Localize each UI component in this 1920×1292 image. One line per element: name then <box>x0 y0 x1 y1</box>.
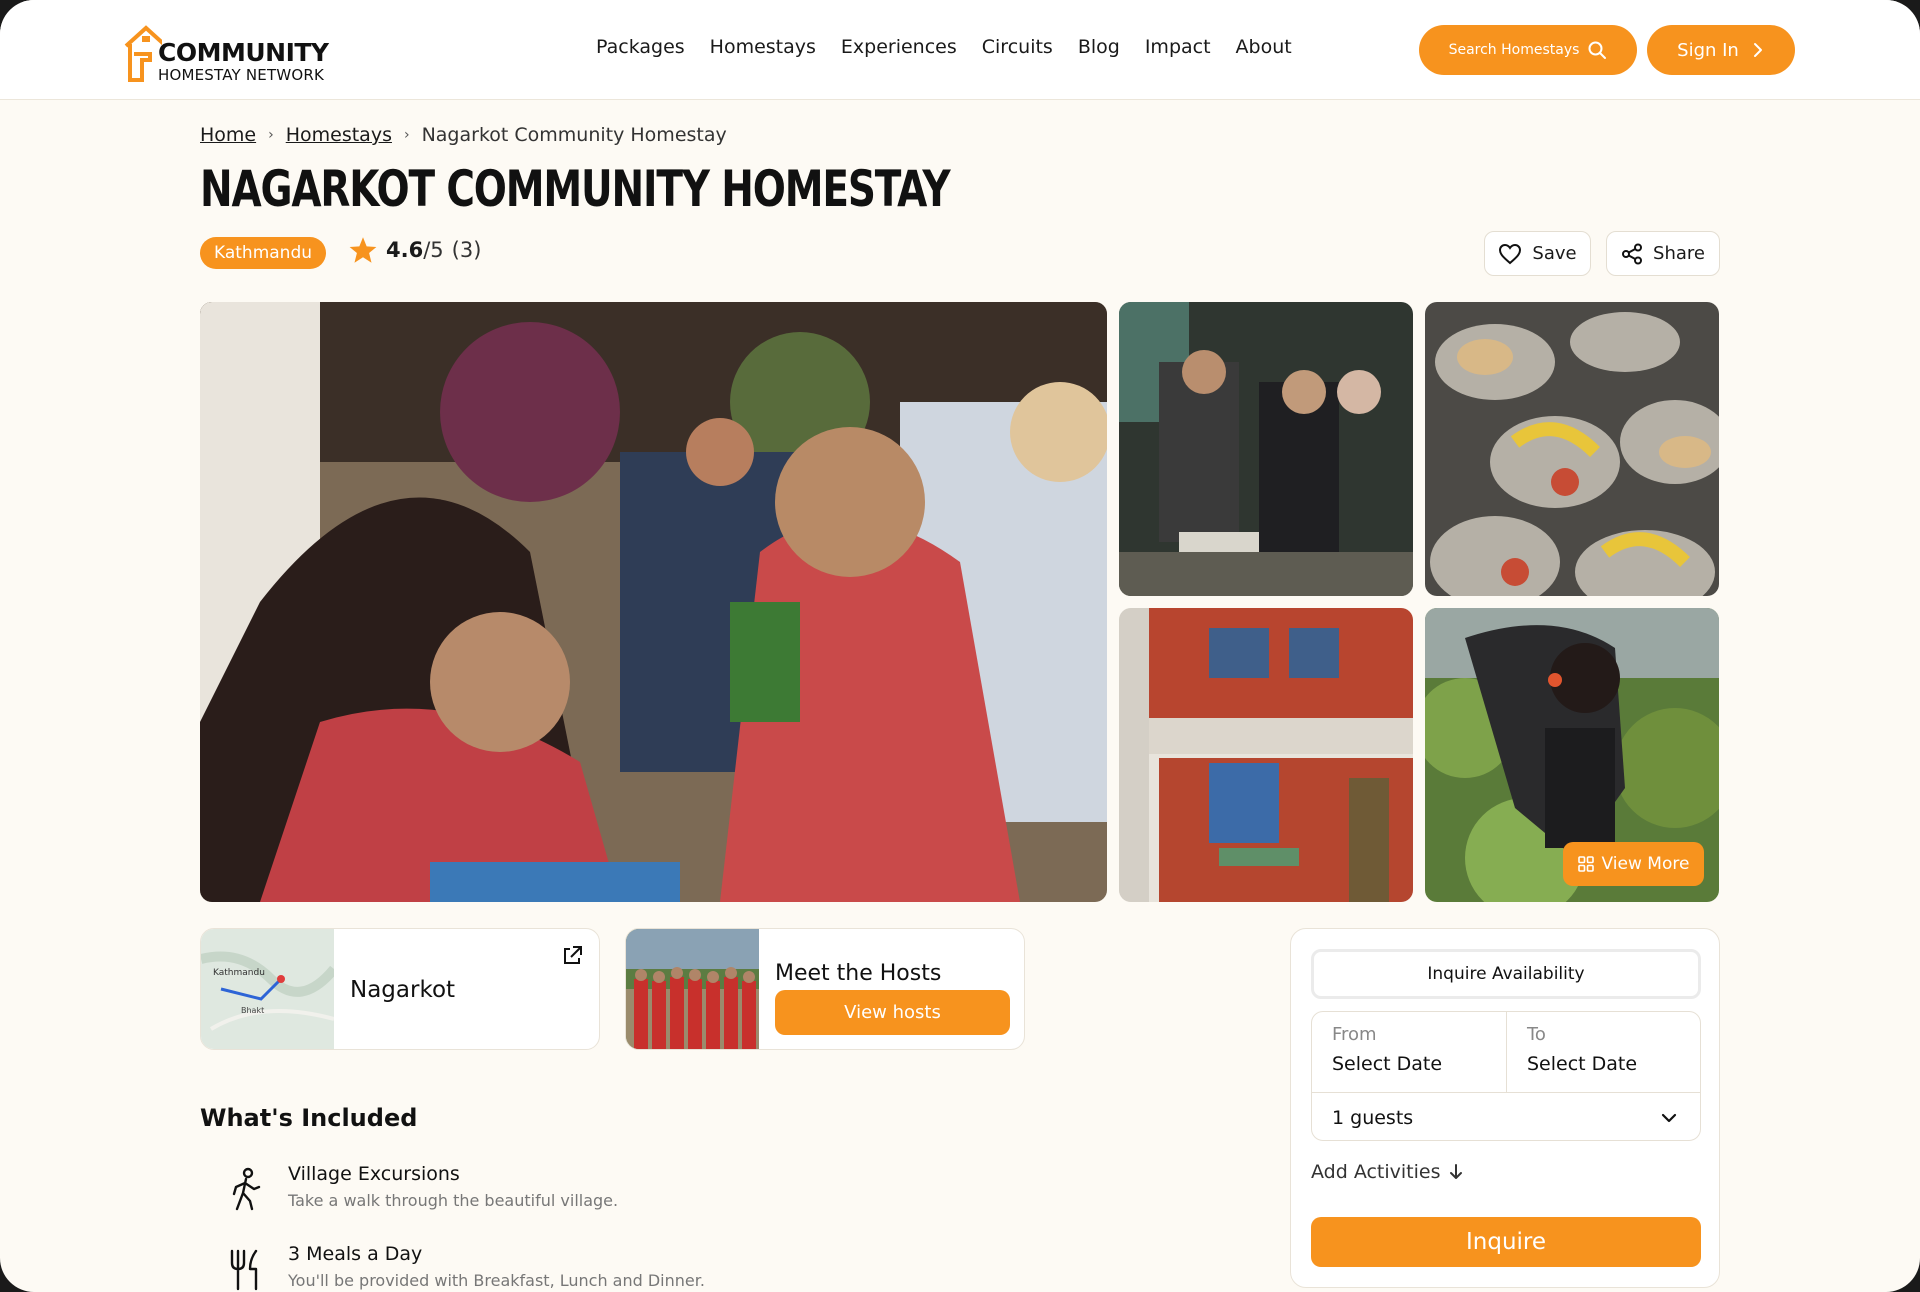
main-nav: Packages Homestays Experiences Circuits … <box>596 36 1317 58</box>
sign-in-button[interactable]: Sign In <box>1647 25 1795 75</box>
heart-icon <box>1499 243 1522 264</box>
page-title: NAGARKOT COMMUNITY HOMESTAY <box>200 160 951 218</box>
guests-value: 1 guests <box>1332 1106 1414 1129</box>
to-date-field[interactable]: To Select Date <box>1507 1012 1702 1092</box>
guests-select[interactable]: 1 guests <box>1312 1092 1700 1142</box>
rating-value: 4.6 <box>386 238 424 262</box>
breadcrumb-homestays[interactable]: Homestays <box>286 124 392 146</box>
hosts-title: Meet the Hosts <box>775 961 942 986</box>
brand-name-line2: HOMESTAY NETWORK <box>158 66 325 84</box>
location-card[interactable]: Kathmandu Bhakt Nagarkot <box>200 928 600 1050</box>
page-frame: COMMUNITY HOMESTAY NETWORK Packages Home… <box>0 0 1920 1292</box>
meal-plates-photo[interactable] <box>1425 302 1719 596</box>
breadcrumb: Home › Homestays › Nagarkot Community Ho… <box>200 124 727 146</box>
nav-blog[interactable]: Blog <box>1078 36 1120 58</box>
hosts-photo <box>626 929 759 1049</box>
welcome-ceremony-photo[interactable] <box>200 302 1107 902</box>
walking-icon <box>232 1167 261 1211</box>
share-icon <box>1622 243 1643 264</box>
nav-experiences[interactable]: Experiences <box>841 36 957 58</box>
inquire-button[interactable]: Inquire <box>1311 1217 1701 1267</box>
star-icon <box>349 237 377 263</box>
share-button[interactable]: Share <box>1606 231 1720 276</box>
cultural-dance-photo[interactable] <box>1119 302 1413 596</box>
breadcrumb-current: Nagarkot Community Homestay <box>421 124 727 146</box>
add-activities-label: Add Activities <box>1311 1161 1441 1183</box>
brand-name-line1: COMMUNITY <box>158 38 329 67</box>
search-homestays-label: Search Homestays <box>1448 42 1580 58</box>
nav-packages[interactable]: Packages <box>596 36 685 58</box>
view-more-button[interactable]: View More <box>1563 842 1704 886</box>
homestay-building-photo[interactable] <box>1119 608 1413 902</box>
arrow-down-icon <box>1449 1164 1462 1179</box>
included-item-desc: Take a walk through the beautiful villag… <box>288 1191 619 1210</box>
save-button[interactable]: Save <box>1484 231 1591 276</box>
included-heading: What's Included <box>200 1104 418 1132</box>
to-date-value: Select Date <box>1527 1053 1638 1075</box>
from-date-label: From <box>1332 1024 1377 1045</box>
share-label: Share <box>1653 243 1705 264</box>
external-link-icon[interactable] <box>561 945 583 967</box>
add-activities-toggle[interactable]: Add Activities <box>1311 1161 1463 1183</box>
from-date-field[interactable]: From Select Date <box>1312 1012 1507 1092</box>
inquiry-panel: Inquire Availability From Select Date To… <box>1290 928 1720 1288</box>
hosts-card: Meet the Hosts View hosts <box>625 928 1025 1050</box>
nav-impact[interactable]: Impact <box>1145 36 1211 58</box>
rating: 4.6/5 (3) <box>348 236 481 264</box>
rating-max: /5 <box>423 238 444 262</box>
included-item-title: Village Excursions <box>288 1163 460 1185</box>
to-date-label: To <box>1527 1024 1546 1045</box>
region-badge[interactable]: Kathmandu <box>200 237 327 269</box>
map-label-bhakt: Bhakt <box>241 1006 264 1015</box>
chevron-right-icon <box>1753 43 1762 57</box>
location-name: Nagarkot <box>350 977 456 1003</box>
map-thumbnail[interactable]: Kathmandu Bhakt <box>201 929 338 1049</box>
review-count[interactable]: (3) <box>452 238 482 262</box>
search-homestays-button[interactable]: Search Homestays <box>1419 25 1637 75</box>
included-item-desc: You'll be provided with Breakfast, Lunch… <box>288 1271 705 1290</box>
save-label: Save <box>1532 243 1577 264</box>
nav-about[interactable]: About <box>1236 36 1292 58</box>
booking-form: From Select Date To Select Date 1 guests <box>1311 1011 1701 1141</box>
included-item-title: 3 Meals a Day <box>288 1243 423 1265</box>
sign-in-label: Sign In <box>1677 39 1739 61</box>
search-icon <box>1588 41 1607 59</box>
breadcrumb-separator-icon: › <box>268 127 274 143</box>
chevron-down-icon <box>1661 1113 1677 1123</box>
breadcrumb-separator-icon: › <box>403 127 410 143</box>
map-label-kathmandu: Kathmandu <box>213 968 265 978</box>
nav-circuits[interactable]: Circuits <box>982 36 1053 58</box>
nav-homestays[interactable]: Homestays <box>710 36 816 58</box>
inquire-availability-tab[interactable]: Inquire Availability <box>1311 949 1701 999</box>
from-date-value: Select Date <box>1332 1053 1443 1075</box>
grid-icon <box>1577 856 1594 872</box>
view-more-label: View More <box>1601 854 1690 874</box>
house-logo-icon <box>124 25 162 82</box>
site-header: COMMUNITY HOMESTAY NETWORK Packages Home… <box>0 0 1920 100</box>
view-hosts-button[interactable]: View hosts <box>775 990 1010 1035</box>
fork-knife-icon <box>230 1249 258 1291</box>
breadcrumb-home[interactable]: Home <box>200 124 256 146</box>
brand-logo[interactable]: COMMUNITY HOMESTAY NETWORK <box>122 14 329 86</box>
